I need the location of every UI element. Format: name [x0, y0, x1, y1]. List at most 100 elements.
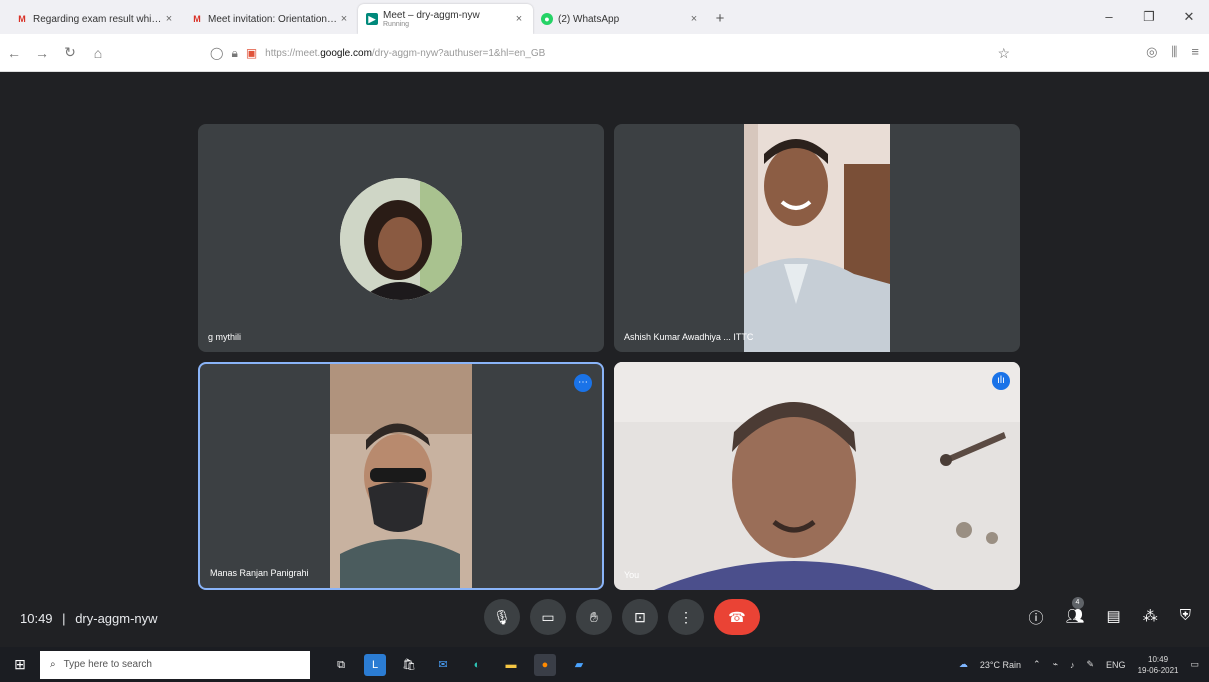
meet-stage: g mythili Ashish Kumar Awadhiya ... ITTC… [0, 72, 1209, 647]
activities-icon[interactable]: ⁂ [1143, 607, 1158, 628]
more-options-icon[interactable]: ⋮ [668, 599, 704, 635]
browser-tab-3[interactable]: ▶ Meet – dry-aggm-nyw Running × [358, 4, 533, 34]
meeting-code: dry-aggm-nyw [75, 611, 158, 626]
more-options-icon[interactable]: ⋯ [574, 374, 592, 392]
participant-tile[interactable]: ⋯ Manas Ranjan Panigrahi [198, 362, 604, 590]
close-icon[interactable]: × [688, 13, 700, 25]
permissions-icon: ▣ [245, 46, 258, 60]
participant-tile[interactable]: ılı You [614, 362, 1020, 590]
raise-hand-icon[interactable]: ✋︎ [576, 599, 612, 635]
pocket-icon[interactable]: ◎ [1146, 44, 1157, 60]
participant-video [744, 124, 890, 352]
url-path: /dry-aggm-nyw?authuser=1&hl=en_GB [371, 47, 546, 59]
new-tab-button[interactable]: + [708, 4, 732, 34]
remote-desktop-icon[interactable]: ▰ [568, 654, 590, 676]
back-icon[interactable]: ← [0, 45, 28, 61]
windows-start-icon[interactable]: ⊞ [0, 656, 40, 673]
toolbar-right: ◎ ⫼ ≡ [1146, 44, 1199, 60]
close-icon[interactable]: × [338, 13, 350, 25]
close-icon[interactable]: × [513, 13, 525, 25]
search-icon: ⌕ [50, 659, 56, 670]
chat-icon[interactable]: ▤ [1107, 607, 1121, 628]
language-indicator[interactable]: ENG [1106, 660, 1126, 670]
lock-icon: 🔒︎ [231, 45, 238, 60]
participant-avatar [340, 178, 462, 300]
minimize-icon[interactable]: – [1089, 0, 1129, 34]
firefox-icon[interactable]: ● [534, 653, 556, 676]
network-icon[interactable]: ⌁ [1053, 659, 1058, 670]
present-screen-icon[interactable]: ⊡ [622, 599, 658, 635]
camera-icon[interactable]: ▭ [530, 599, 566, 635]
shield-icon: ◯ [210, 46, 224, 60]
current-time: 10:49 [20, 611, 53, 626]
file-explorer-icon[interactable]: ▬ [500, 654, 522, 676]
tab-title: Meet invitation: Orientation of ... [208, 13, 338, 25]
edge-icon[interactable]: ◐ [466, 654, 488, 676]
clock[interactable]: 10:49 19-06-2021 [1138, 654, 1179, 676]
close-icon[interactable]: × [163, 13, 175, 25]
participant-video [330, 364, 472, 588]
menu-icon[interactable]: ≡ [1191, 44, 1199, 60]
taskbar-apps: ⧉ L 🛍︎ ✉︎ ◐ ▬ ● ▰ [330, 653, 590, 676]
system-tray: ☁︎ 23°C Rain ⌃ ⌁ ♪ ✎ ENG 10:49 19-06-202… [959, 647, 1199, 682]
participant-name: Ashish Kumar Awadhiya ... ITTC [624, 332, 754, 342]
microphone-icon[interactable]: 🎙︎ [484, 599, 520, 635]
people-count: 4 [1071, 597, 1084, 609]
close-window-icon[interactable]: ✕ [1169, 0, 1209, 34]
meet-controls-bar: 10:49 | dry-aggm-nyw 🎙︎ ▭ ✋︎ ⊡ ⋮ ☎︎ ⓘ 👥︎… [0, 591, 1209, 647]
home-icon[interactable]: ⌂ [84, 45, 112, 61]
participant-tile[interactable]: g mythili [198, 124, 604, 352]
address-bar[interactable]: ◯ 🔒︎ ▣ https://meet. google.com /dry-agg… [210, 40, 1050, 66]
meeting-info-icon[interactable]: ⓘ [1028, 607, 1043, 628]
avatar-image [340, 178, 462, 300]
leave-call-button[interactable]: ☎︎ [714, 599, 760, 635]
mail-icon[interactable]: ✉︎ [432, 654, 454, 676]
call-controls: 🎙︎ ▭ ✋︎ ⊡ ⋮ ☎︎ [484, 599, 760, 635]
tab-title-wrap: Meet – dry-aggm-nyw Running [383, 10, 513, 28]
tab-title: Regarding exam result which c... [33, 13, 163, 25]
store-icon[interactable]: 🛍︎ [398, 654, 420, 676]
browser-tab-bar: M Regarding exam result which c... × M M… [0, 0, 1209, 34]
browser-tab-1[interactable]: M Regarding exam result which c... × [8, 4, 183, 34]
browser-tab-2[interactable]: M Meet invitation: Orientation of ... × [183, 4, 358, 34]
whatsapp-icon: ● [541, 13, 553, 25]
meet-icon: ▶ [366, 13, 378, 25]
people-icon[interactable]: 👥︎ 4 [1066, 597, 1085, 628]
chevron-up-icon[interactable]: ⌃ [1033, 659, 1041, 670]
clock-time: 10:49 [1148, 654, 1169, 664]
gmail-icon: M [193, 14, 201, 24]
browser-tab-4[interactable]: ● (2) WhatsApp × [533, 4, 708, 34]
notifications-icon[interactable]: ▭ [1190, 659, 1199, 670]
participant-tile[interactable]: Ashish Kumar Awadhiya ... ITTC [614, 124, 1020, 352]
word-app-icon[interactable]: L [364, 653, 386, 676]
windows-taskbar: ⊞ ⌕ Type here to search ⧉ L 🛍︎ ✉︎ ◐ ▬ ● … [0, 647, 1209, 682]
url-prefix: https://meet. [265, 47, 321, 59]
reload-icon[interactable]: ↻ [56, 44, 84, 61]
tab-subtitle: Running [383, 21, 410, 28]
restore-icon[interactable]: ❐ [1129, 0, 1169, 34]
taskbar-search[interactable]: ⌕ Type here to search [40, 650, 310, 679]
tab-title: Meet – dry-aggm-nyw [383, 10, 480, 21]
task-view-icon[interactable]: ⧉ [330, 654, 352, 676]
window-controls: – ❐ ✕ [1089, 0, 1209, 34]
host-controls-icon[interactable]: ⛨ [1180, 607, 1191, 628]
search-placeholder: Type here to search [63, 659, 152, 670]
participant-name: Manas Ranjan Panigrahi [210, 568, 309, 578]
volume-icon[interactable]: ♪ [1070, 660, 1075, 670]
pen-icon[interactable]: ✎ [1087, 659, 1095, 670]
url-domain: google.com [320, 47, 372, 59]
weather-icon: ☁︎ [958, 659, 968, 669]
gmail-icon: M [18, 14, 26, 24]
library-icon[interactable]: ⫼ [1171, 44, 1177, 60]
bookmark-star-icon[interactable]: ☆ [997, 45, 1010, 62]
browser-nav-bar: ← → ↻ ⌂ ◯ 🔒︎ ▣ https://meet. google.com … [0, 34, 1209, 72]
audio-level-icon: ılı [992, 372, 1010, 390]
forward-icon[interactable]: → [28, 45, 56, 61]
participant-name: You [624, 570, 640, 580]
tab-title: (2) WhatsApp [558, 13, 620, 25]
meeting-details: 10:49 | dry-aggm-nyw [20, 611, 158, 626]
separator: | [62, 611, 66, 626]
participant-video [614, 362, 1020, 590]
clock-date: 19-06-2021 [1137, 665, 1179, 675]
weather-text[interactable]: 23°C Rain [980, 660, 1021, 670]
